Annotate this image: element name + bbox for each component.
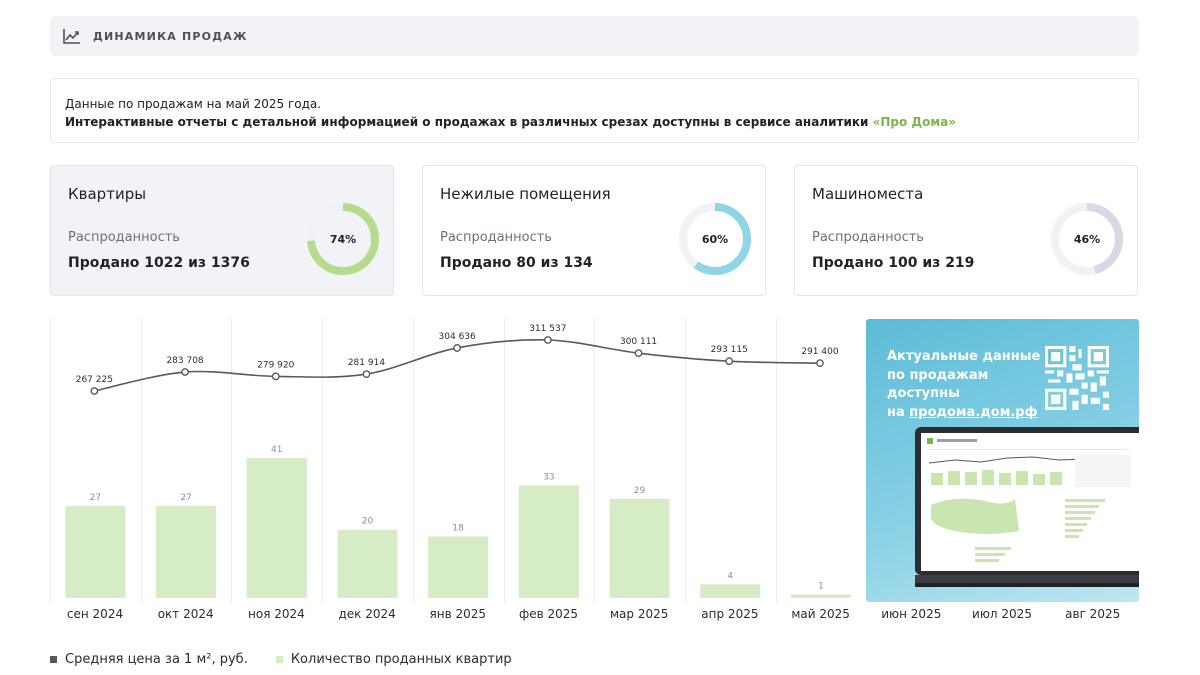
info-line-2-text: Интерактивные отчеты с детальной информа… [65, 115, 873, 129]
promo-prefix: на [887, 404, 910, 420]
donut-chart: 46% [1051, 203, 1123, 275]
card-non-residential[interactable]: Нежилые помещения Распроданность Продано… [422, 165, 766, 296]
legend-item-price[interactable]: Средняя цена за 1 м², руб. [50, 652, 248, 667]
donut-label: 60% [702, 233, 728, 246]
bar-value-label: 33 [543, 472, 554, 482]
price-value-label: 291 400 [801, 347, 838, 357]
bar-sold-0 [65, 505, 126, 598]
card-subtitle: Распроданность [812, 230, 924, 245]
bar-sold-6 [609, 498, 670, 598]
promo-panel[interactable]: Актуальные данные по продажам доступны н… [866, 319, 1139, 602]
bar-sold-5 [518, 485, 579, 598]
prodoma-link[interactable]: продома.дом.рф [909, 405, 1037, 420]
bar-value-label: 41 [271, 445, 282, 455]
chart-legend: Средняя цена за 1 м², руб. Количество пр… [50, 648, 540, 670]
x-tick-label: дек 2024 [338, 607, 396, 621]
price-point-4 [453, 344, 462, 352]
legend-swatch-sold [275, 655, 283, 663]
bar-value-label: 20 [362, 517, 374, 527]
price-point-8 [816, 359, 824, 368]
pro-doma-link[interactable]: «Про Дома» [873, 115, 956, 129]
card-apartments[interactable]: Квартиры Распроданность Продано 1022 из … [50, 165, 394, 296]
x-tick-label: ноя 2024 [248, 607, 305, 621]
price-value-label: 283 708 [166, 356, 203, 366]
x-tick-label: сен 2024 [66, 607, 124, 621]
price-value-label: 293 115 [711, 345, 748, 355]
price-point-2 [271, 372, 280, 381]
price-point-1 [181, 368, 189, 376]
price-point-6 [634, 349, 643, 358]
laptop-preview-image [915, 427, 1139, 587]
bar-sold-8 [790, 594, 851, 598]
price-value-label: 281 914 [348, 358, 385, 368]
x-tick-label: авг 2025 [1065, 607, 1121, 621]
card-title: Нежилые помещения [440, 185, 611, 203]
card-value: Продано 80 из 134 [440, 255, 593, 271]
bar-value-label: 27 [90, 493, 101, 503]
bar-value-label: 18 [452, 524, 464, 534]
trend-chart-icon [63, 29, 80, 44]
sales-chart: 27 27412018332941267 225283 708 279 920 281… [50, 318, 851, 603]
card-parking[interactable]: Машиноместа Распроданность Продано 100 и… [794, 165, 1138, 296]
bar-value-label: 4 [727, 571, 733, 581]
price-point-7 [725, 357, 734, 366]
bar-sold-1 [156, 505, 217, 598]
price-value-label: 304 636 [439, 332, 476, 342]
promo-line-1: Актуальные данные [887, 349, 1041, 364]
price-value-label: 279 920 [257, 360, 294, 370]
x-tick-label: окт 2024 [157, 607, 214, 621]
price-point-5 [543, 336, 552, 344]
bar-value-label: 27 [180, 493, 191, 503]
price-value-label: 311 537 [529, 324, 566, 334]
promo-line-3: на продома.дом.рф [887, 404, 1057, 423]
card-title: Машиноместа [812, 185, 924, 203]
donut-chart: 74% [307, 203, 379, 275]
promo-line-2: по продажам доступны [887, 367, 989, 402]
bar-sold-7 [700, 584, 761, 598]
section-title: ДИНАМИКА ПРОДАЖ [93, 29, 248, 43]
section-header: ДИНАМИКА ПРОДАЖ [50, 16, 1139, 56]
x-tick-label: апр 2025 [701, 607, 759, 621]
price-point-0 [90, 387, 99, 395]
x-tick-label: июл 2025 [972, 607, 1032, 621]
price-value-label: 267 225 [76, 375, 113, 385]
legend-swatch-price [50, 655, 57, 663]
bar-sold-3 [337, 529, 398, 598]
bar-sold-4 [428, 536, 489, 598]
card-value: Продано 1022 из 1376 [68, 255, 250, 271]
legend-label-price: Средняя цена за 1 м², руб. [65, 651, 248, 667]
x-tick-label: мар 2025 [609, 607, 669, 621]
info-line-2: Интерактивные отчеты с детальной информа… [65, 113, 1138, 131]
legend-item-sold[interactable]: Количество проданных квартир [275, 651, 512, 667]
x-axis-labels: сен 2024 окт 2024 ноя 2024 дек 2024 янв 2025… [50, 602, 1140, 628]
donut-label: 46% [1074, 233, 1100, 246]
legend-label-sold: Количество проданных квартир [290, 651, 512, 667]
bar-value-label: 1 [818, 582, 824, 592]
info-box: Данные по продажам на май 2025 года. Инт… [50, 78, 1139, 143]
info-line-1: Данные по продажам на май 2025 года. [65, 97, 322, 111]
bar-value-label: 29 [634, 486, 646, 496]
qr-code-icon[interactable] [1045, 346, 1109, 410]
card-title: Квартиры [68, 185, 147, 203]
price-point-3 [362, 370, 371, 378]
promo-text: Актуальные данные по продажам доступны н… [887, 348, 1057, 422]
price-value-label: 300 111 [620, 337, 657, 347]
x-tick-label: фев 2025 [518, 607, 579, 621]
donut-chart: 60% [679, 203, 751, 275]
x-tick-label: июн 2025 [881, 607, 942, 621]
x-tick-label: янв 2025 [429, 607, 487, 621]
x-tick-label: май 2025 [791, 607, 850, 621]
card-subtitle: Распроданность [440, 230, 552, 245]
card-value: Продано 100 из 219 [812, 255, 975, 271]
bar-sold-2 [246, 458, 307, 598]
card-subtitle: Распроданность [68, 230, 180, 245]
donut-label: 74% [330, 233, 356, 246]
